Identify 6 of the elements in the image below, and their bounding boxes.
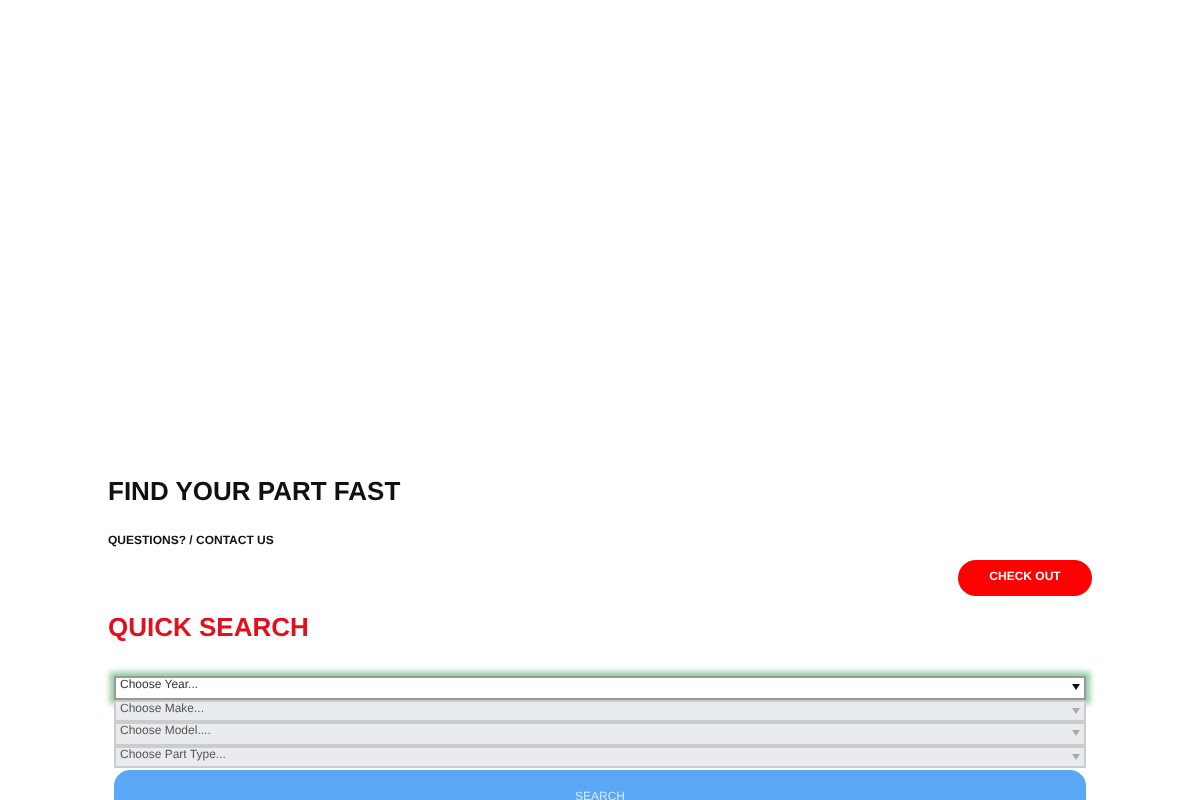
caret-icon xyxy=(1072,753,1080,760)
caret-icon xyxy=(1072,707,1080,714)
caret-icon xyxy=(1072,730,1080,737)
page-heading: FIND YOUR PART FAST xyxy=(108,476,403,508)
caret-icon xyxy=(1072,684,1080,691)
section-title: QUICK SEARCH xyxy=(108,612,311,644)
